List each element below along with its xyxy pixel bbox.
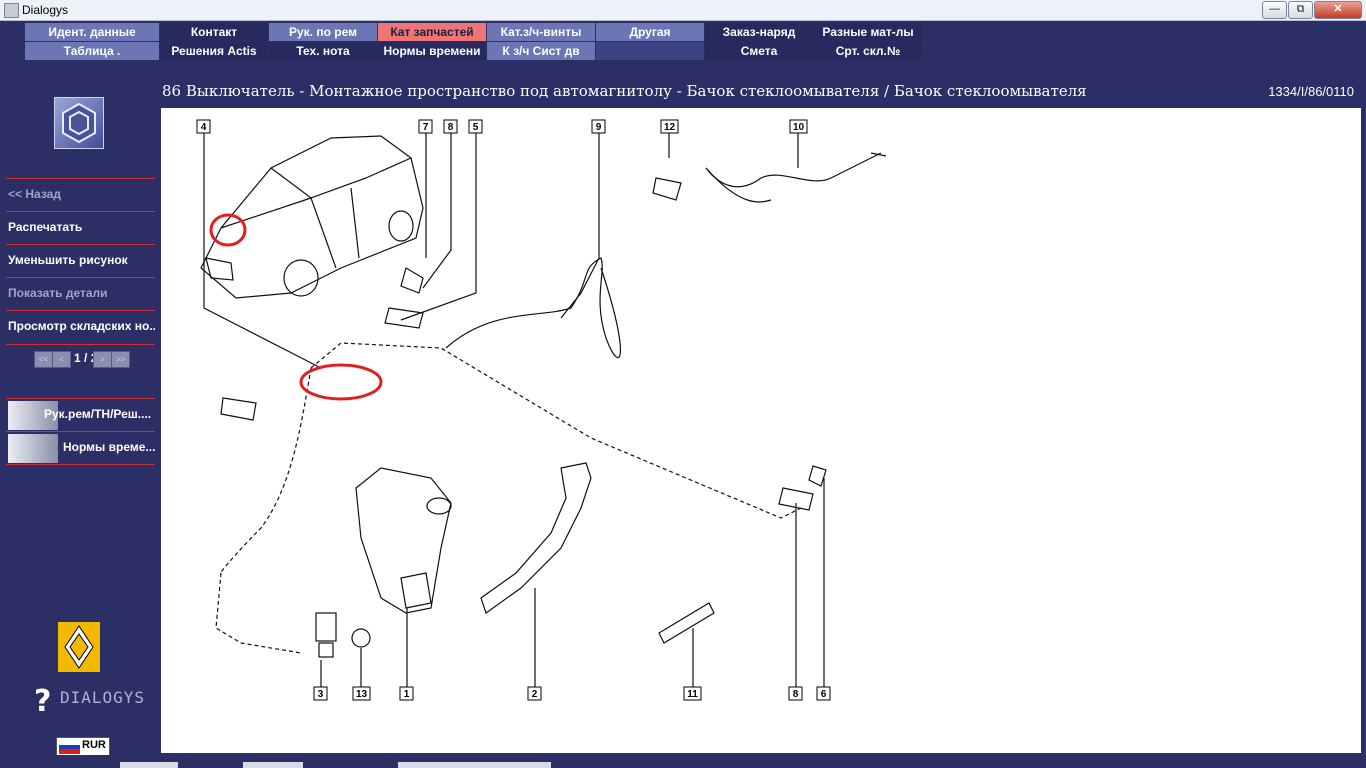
callout-10[interactable]: 10	[789, 119, 808, 134]
menu-ident-data[interactable]: Идент. данные	[25, 23, 160, 41]
app-icon	[4, 3, 19, 18]
tool-repair-manual[interactable]: Рук.рем/ТН/Реш....	[6, 398, 155, 431]
pager-current: 1	[74, 351, 81, 365]
callout-7[interactable]: 7	[418, 119, 433, 134]
print-link[interactable]: Распечатать	[6, 211, 155, 243]
svg-text:8: 8	[793, 689, 799, 700]
menu-stock-number[interactable]: Срт. скл.№	[814, 42, 923, 60]
callout-1[interactable]: 1	[399, 686, 414, 701]
dialogys-wordmark: DIALOGYS	[60, 688, 146, 707]
window-titlebar: Dialogys — ⧉ ✕	[0, 0, 1366, 21]
back-link[interactable]: << Назад	[6, 178, 155, 210]
menu-estimate[interactable]: Смета	[705, 42, 814, 60]
svg-text:1: 1	[404, 689, 410, 700]
menu-repair-manual[interactable]: Рук. по рем	[269, 23, 378, 41]
tool-time-norms[interactable]: Нормы време...	[6, 431, 155, 465]
window-title: Dialogys	[22, 3, 69, 17]
menu-tech-note[interactable]: Тех. нота	[269, 42, 378, 60]
svg-text:13: 13	[356, 689, 368, 700]
menu-other[interactable]: Другая	[596, 23, 705, 41]
tool-repair-manual-label: Рук.рем/ТН/Реш....	[44, 407, 152, 421]
shrink-image-link[interactable]: Уменьшить рисунок	[6, 244, 155, 276]
pager-last-button[interactable]: >>	[111, 351, 130, 368]
russia-flag-icon	[59, 740, 80, 754]
svg-text:6: 6	[821, 689, 827, 700]
taskbar-tab[interactable]	[120, 762, 178, 768]
svg-text:4: 4	[201, 122, 207, 133]
svg-text:5: 5	[473, 122, 479, 133]
svg-text:3: 3	[318, 689, 324, 700]
status-strip	[0, 755, 1366, 768]
callout-4[interactable]: 4	[196, 119, 211, 134]
app-logo	[54, 97, 104, 149]
callout-3[interactable]: 3	[313, 686, 328, 701]
reference-code: 1334/I/86/0110	[1268, 84, 1354, 99]
callout-6[interactable]: 6	[816, 686, 831, 701]
callout-11[interactable]: 11	[683, 686, 702, 701]
currency-label: RUR	[82, 739, 106, 751]
callout-8-bottom[interactable]: 8	[788, 686, 803, 701]
taskbar-tab[interactable]	[243, 762, 303, 768]
exploded-view: 4 7 8 5 9 12 10 3 13 1 2 11 8 6	[196, 119, 887, 701]
page-title: 86 Выключатель - Монтажное пространство …	[162, 82, 1087, 100]
maximize-button[interactable]: ⧉	[1288, 1, 1313, 19]
menu-actis-solutions[interactable]: Решения Actis	[160, 42, 269, 60]
pager: << < 1 / 2 > >>	[6, 344, 155, 373]
parts-diagram[interactable]: 4 7 8 5 9 12 10 3 13 1 2 11 8 6	[161, 108, 1361, 753]
svg-text:7: 7	[423, 122, 429, 133]
taskbar-tab[interactable]	[398, 762, 551, 768]
menu-table[interactable]: Таблица .	[25, 42, 160, 60]
menu-time-norms[interactable]: Нормы времени	[378, 42, 487, 60]
pager-separator: /	[84, 351, 88, 365]
dialogys-mark-icon: ?	[34, 684, 52, 719]
callout-4-leader	[203, 126, 322, 369]
menu-work-order[interactable]: Заказ-наряд	[705, 23, 814, 41]
menu-engine-parts[interactable]: К з/ч Сист дв	[487, 42, 596, 60]
pager-prev-button[interactable]: <	[52, 351, 71, 368]
svg-text:8: 8	[448, 122, 454, 133]
callout-12[interactable]: 12	[660, 119, 679, 134]
currency-button[interactable]: RUR	[56, 737, 110, 757]
callout-9[interactable]: 9	[591, 119, 606, 134]
callout-13[interactable]: 13	[352, 686, 371, 701]
menu-empty-slot	[596, 42, 705, 60]
hexagon-bolt-icon	[62, 102, 96, 144]
svg-text:2: 2	[532, 689, 538, 700]
pager-first-button[interactable]: <<	[34, 351, 53, 368]
highlight-circle-part	[299, 363, 383, 401]
menu-screws-catalog[interactable]: Кат.з/ч-винты	[487, 23, 596, 41]
callout-8-top[interactable]: 8	[443, 119, 458, 134]
show-details-link[interactable]: Показать детали	[6, 277, 155, 309]
svg-text:10: 10	[793, 122, 805, 133]
menu-contact[interactable]: Контакт	[160, 23, 269, 41]
stock-view-link[interactable]: Просмотр складских но...	[6, 310, 155, 342]
tool-time-norms-label: Нормы време...	[63, 440, 156, 454]
callout-5[interactable]: 5	[468, 119, 483, 134]
gauge-icon	[8, 434, 58, 463]
svg-text:12: 12	[664, 122, 676, 133]
svg-text:9: 9	[596, 122, 602, 133]
svg-text:11: 11	[687, 689, 698, 700]
close-button[interactable]: ✕	[1314, 1, 1362, 19]
menu-parts-catalog[interactable]: Кат запчастей	[378, 23, 487, 41]
renault-logo	[58, 622, 100, 672]
pager-next-button[interactable]: >	[93, 351, 112, 368]
menu-misc-materials[interactable]: Разные мат-лы	[814, 23, 923, 41]
renault-diamond-icon	[64, 625, 94, 669]
callout-2[interactable]: 2	[527, 686, 542, 701]
minimize-button[interactable]: —	[1262, 1, 1287, 19]
